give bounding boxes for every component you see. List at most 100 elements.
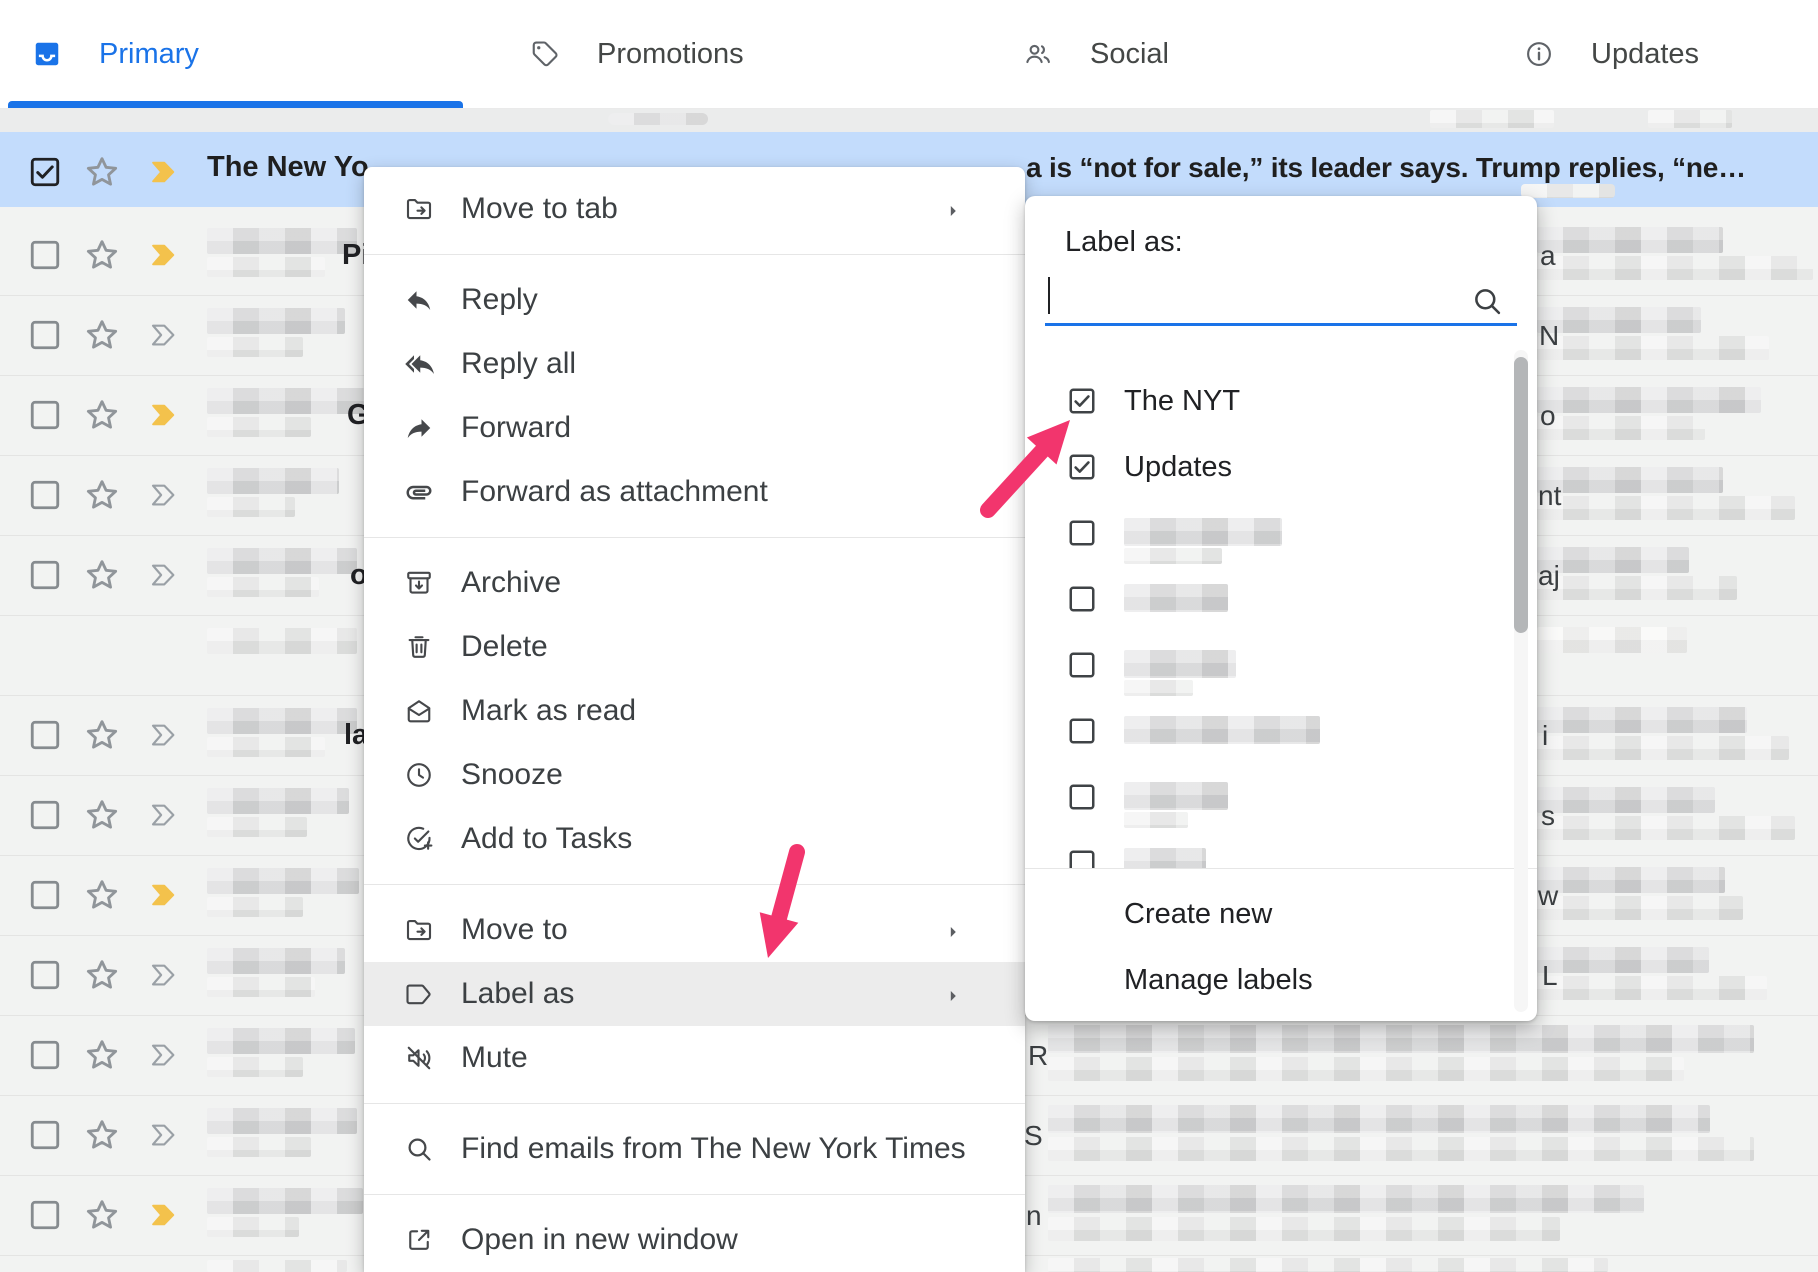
trash-icon — [404, 632, 434, 662]
folder-arrow-icon — [404, 194, 434, 224]
menu-item-forward[interactable]: Forward — [364, 396, 1025, 460]
importance-marker-icon[interactable] — [147, 1200, 181, 1230]
checkbox-checked-icon[interactable] — [1067, 386, 1097, 416]
menu-item-move-to[interactable]: Move to — [364, 898, 1025, 962]
checkbox-empty-icon[interactable] — [1067, 650, 1097, 680]
email-checkbox[interactable] — [28, 1038, 62, 1072]
importance-marker-icon[interactable] — [147, 320, 181, 350]
menu-item-delete[interactable]: Delete — [364, 615, 1025, 679]
snippet-fragment: nt — [1538, 480, 1561, 512]
star-icon[interactable] — [82, 875, 122, 915]
checkbox-empty-icon[interactable] — [1067, 518, 1097, 548]
email-checkbox-checked[interactable] — [28, 155, 62, 189]
star-icon[interactable] — [82, 795, 122, 835]
importance-marker-icon[interactable] — [147, 400, 181, 430]
importance-marker-icon[interactable] — [147, 560, 181, 590]
menu-item-mark-as-read[interactable]: Mark as read — [364, 679, 1025, 743]
tab-social[interactable]: Social — [1023, 0, 1169, 108]
redacted-chip — [608, 113, 708, 125]
menu-item-reply-all[interactable]: Reply all — [364, 332, 1025, 396]
star-icon[interactable] — [82, 715, 122, 755]
importance-marker-icon[interactable] — [147, 720, 181, 750]
menu-item-label-as[interactable]: Label as — [364, 962, 1025, 1026]
checkbox-empty-icon[interactable] — [1067, 848, 1097, 868]
importance-marker-icon[interactable] — [147, 960, 181, 990]
email-checkbox[interactable] — [28, 878, 62, 912]
menu-item-archive[interactable]: Archive — [364, 551, 1025, 615]
star-icon[interactable] — [82, 475, 122, 515]
label-option-redacted[interactable] — [1025, 632, 1513, 698]
label-option-redacted[interactable] — [1025, 698, 1513, 764]
label-option-redacted[interactable] — [1025, 830, 1513, 868]
email-checkbox[interactable] — [28, 1118, 62, 1152]
menu-item-mute[interactable]: Mute — [364, 1026, 1025, 1090]
redacted-snippet — [1537, 947, 1709, 973]
checkbox-checked-icon[interactable] — [1067, 452, 1097, 482]
forward-icon — [404, 413, 434, 443]
label-search-input[interactable] — [1045, 270, 1485, 320]
email-checkbox[interactable] — [28, 958, 62, 992]
star-icon[interactable] — [82, 152, 122, 192]
email-checkbox[interactable] — [28, 1198, 62, 1232]
create-new-label-button[interactable]: Create new — [1025, 881, 1537, 947]
star-icon[interactable] — [82, 955, 122, 995]
search-underline — [1045, 323, 1517, 326]
star-icon[interactable] — [82, 235, 122, 275]
redacted-sender — [207, 548, 357, 574]
menu-item-find-emails-from-the-new-york-times[interactable]: Find emails from The New York Times — [364, 1117, 1025, 1181]
email-checkbox[interactable] — [28, 718, 62, 752]
star-icon[interactable] — [82, 1115, 122, 1155]
scrollbar-thumb[interactable] — [1514, 357, 1528, 633]
snippet-fragment: R — [1028, 1040, 1048, 1072]
importance-marker-icon[interactable] — [147, 1040, 181, 1070]
label-option-redacted[interactable] — [1025, 500, 1513, 566]
menu-item-reply[interactable]: Reply — [364, 268, 1025, 332]
menu-item-label: Find emails from The New York Times — [461, 1132, 966, 1166]
clock-icon — [404, 760, 434, 790]
importance-marker-icon[interactable] — [147, 1120, 181, 1150]
email-checkbox[interactable] — [28, 558, 62, 592]
manage-labels-button[interactable]: Manage labels — [1025, 947, 1537, 1013]
tab-primary[interactable]: Primary — [32, 0, 199, 108]
importance-marker-icon[interactable] — [147, 800, 181, 830]
menu-item-open-in-new-window[interactable]: Open in new window — [364, 1208, 1025, 1272]
label-option-redacted[interactable] — [1025, 764, 1513, 830]
attachment-icon — [404, 477, 434, 507]
checkbox-empty-icon[interactable] — [1067, 584, 1097, 614]
importance-marker-icon[interactable] — [147, 157, 181, 187]
redacted-text — [207, 257, 325, 277]
menu-item-snooze[interactable]: Snooze — [364, 743, 1025, 807]
checkbox-empty-icon[interactable] — [1067, 782, 1097, 812]
create-new-label: Create new — [1124, 898, 1272, 931]
redacted-label-name — [1124, 848, 1206, 868]
email-checkbox[interactable] — [28, 478, 62, 512]
redacted-label-name — [1124, 650, 1236, 678]
redacted-sender — [207, 1188, 363, 1214]
redacted-text — [1537, 496, 1795, 520]
email-checkbox[interactable] — [28, 238, 62, 272]
importance-marker-icon[interactable] — [147, 480, 181, 510]
checkbox-empty-icon[interactable] — [1067, 716, 1097, 746]
label-option-updates[interactable]: Updates — [1025, 434, 1513, 500]
tab-updates[interactable]: Updates — [1524, 0, 1699, 108]
star-icon[interactable] — [82, 395, 122, 435]
menu-item-move-to-tab[interactable]: Move to tab — [364, 177, 1025, 241]
redacted-label-name — [1124, 584, 1228, 612]
redacted-snippet — [1537, 707, 1747, 733]
label-option-redacted[interactable] — [1025, 566, 1513, 632]
email-checkbox[interactable] — [28, 318, 62, 352]
star-icon[interactable] — [82, 315, 122, 355]
info-icon — [1524, 39, 1554, 69]
label-option-the-nyt[interactable]: The NYT — [1025, 368, 1513, 434]
email-checkbox[interactable] — [28, 798, 62, 832]
importance-marker-icon[interactable] — [147, 240, 181, 270]
menu-item-add-to-tasks[interactable]: Add to Tasks — [364, 807, 1025, 871]
importance-marker-icon[interactable] — [147, 880, 181, 910]
menu-item-forward-as-attachment[interactable]: Forward as attachment — [364, 460, 1025, 524]
redacted-snippet — [1537, 307, 1701, 333]
star-icon[interactable] — [82, 555, 122, 595]
star-icon[interactable] — [82, 1035, 122, 1075]
tab-promotions[interactable]: Promotions — [530, 0, 744, 108]
email-checkbox[interactable] — [28, 398, 62, 432]
star-icon[interactable] — [82, 1195, 122, 1235]
